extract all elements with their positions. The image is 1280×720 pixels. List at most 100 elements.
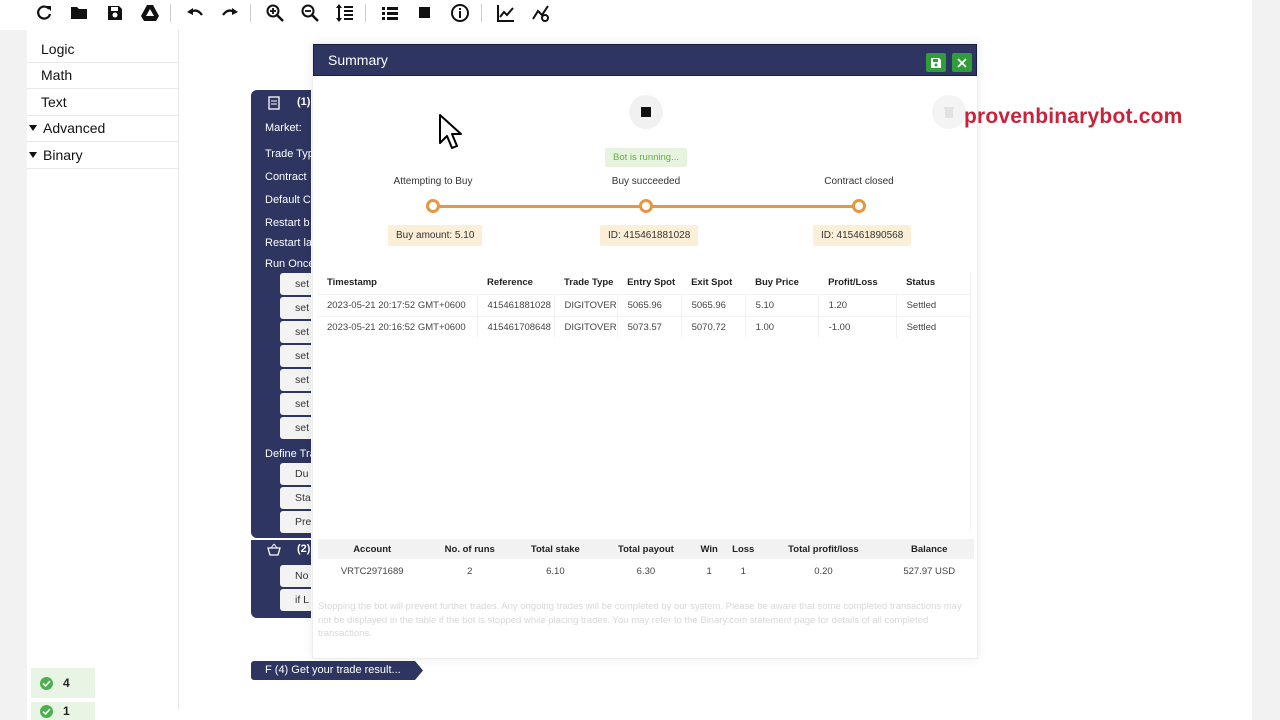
column-header[interactable]: Reference: [477, 272, 554, 294]
get-trade-result-block[interactable]: F (4) Get your trade result...: [251, 661, 423, 680]
zoom-out-icon[interactable]: [298, 2, 322, 24]
timestamp-cell: 2023-05-21 20:17:52 GMT+0600: [317, 293, 478, 316]
trade-type-cell: DIGITOVER: [554, 315, 618, 338]
category-label: Text: [41, 93, 67, 110]
stop-icon: [641, 107, 651, 117]
reference-cell: 415461708648: [477, 315, 555, 338]
total-profit-value: 0.20: [814, 565, 833, 577]
stats-header: Loss: [724, 539, 763, 559]
column-header[interactable]: Buy Price: [745, 272, 818, 294]
if-block[interactable]: if L: [280, 589, 311, 611]
prediction-block[interactable]: Pre: [280, 511, 311, 533]
toolbox-sidebar: Logic Math Text Advanced Binary: [27, 36, 178, 169]
status-cell: Settled: [896, 315, 971, 338]
stats-header: Balance: [884, 539, 974, 559]
indicator-icon[interactable]: [529, 2, 553, 24]
stats-header: Total profit/loss: [762, 539, 885, 559]
counter-value: 1: [63, 704, 70, 718]
block-default-label: Default C: [265, 194, 311, 206]
step-label: Buy succeeded: [611, 176, 681, 187]
disclaimer-text: Stopping the bot will prevent further tr…: [318, 601, 962, 639]
step-dot: [639, 199, 653, 213]
column-header[interactable]: Timestamp: [317, 272, 477, 294]
category-text[interactable]: Text: [27, 89, 178, 116]
buy-price-cell: 5.10: [745, 293, 819, 316]
profit-cell: -1.00: [818, 315, 897, 338]
stats-header-row: Account No. of runs Total stake Total pa…: [318, 539, 974, 559]
timestamp-cell: 2023-05-21 20:16:52 GMT+0600: [317, 315, 478, 338]
list-icon[interactable]: [378, 2, 402, 24]
notify-block[interactable]: No: [280, 565, 311, 587]
stop-icon[interactable]: [413, 2, 437, 24]
close-icon: [957, 57, 967, 68]
column-header[interactable]: Entry Spot: [617, 272, 681, 294]
caret-down-icon: [29, 151, 37, 158]
account-value: VRTC2971689: [340, 565, 404, 577]
summary-stats-table: Account No. of runs Total stake Total pa…: [318, 539, 974, 583]
sort-icon[interactable]: [333, 2, 357, 24]
toolbar: [0, 0, 1280, 28]
trade-type-cell: DIGITOVER: [554, 293, 618, 316]
success-counter: 4: [31, 668, 95, 698]
category-label: Advanced: [43, 120, 106, 137]
set-block[interactable]: set: [280, 393, 311, 415]
check-icon: [40, 676, 53, 690]
category-logic[interactable]: Logic: [27, 36, 178, 63]
info-icon[interactable]: [448, 2, 472, 24]
category-advanced[interactable]: Advanced: [27, 116, 178, 142]
check-icon: [40, 704, 53, 718]
folder-icon[interactable]: [67, 2, 91, 24]
step-dot: [426, 199, 440, 213]
stake-block[interactable]: Sta: [280, 487, 311, 509]
set-block[interactable]: set: [280, 417, 311, 439]
buy-amount-tag: Buy amount: 5.10: [388, 225, 483, 246]
reference-cell: 415461881028: [477, 293, 555, 316]
save-icon: [931, 57, 941, 68]
close-button[interactable]: [952, 53, 972, 72]
success-counter: 1: [31, 702, 95, 720]
google-drive-icon[interactable]: [138, 2, 162, 24]
basket-icon: [267, 543, 281, 556]
block-define-label: Define Tra: [265, 448, 311, 460]
set-block[interactable]: set: [280, 297, 311, 319]
duration-block[interactable]: Du: [280, 463, 311, 485]
block-number: (1): [297, 96, 311, 108]
stats-header: Total payout: [597, 539, 695, 559]
block-restart-last-label: Restart la: [265, 237, 311, 249]
reload-icon[interactable]: [32, 2, 56, 24]
exit-spot-cell: 5065.96: [681, 293, 746, 316]
set-block[interactable]: set: [280, 273, 311, 295]
column-header[interactable]: Profit/Loss: [818, 272, 896, 294]
table-row[interactable]: 2023-05-21 20:16:52 GMT+0600 41546170864…: [317, 315, 971, 338]
category-math[interactable]: Math: [27, 63, 178, 89]
undo-icon[interactable]: [183, 2, 207, 24]
stop-bot-button[interactable]: [629, 95, 663, 129]
document-icon: [268, 96, 280, 110]
counter-value: 4: [63, 676, 70, 690]
clear-stats-button[interactable]: [932, 95, 966, 129]
trades-table: Timestamp Reference Trade Type Entry Spo…: [317, 272, 971, 338]
loss-value: 1: [740, 565, 746, 577]
balance-value: 527.97 USD: [903, 565, 956, 577]
zoom-in-icon[interactable]: [263, 2, 287, 24]
save-summary-button[interactable]: [926, 53, 946, 72]
bot-status-badge: Bot is running...: [605, 148, 687, 167]
step-label: Attempting to Buy: [393, 176, 473, 187]
stats-row: VRTC2971689 2 6.10 6.30 1 1 0.20 527.97 …: [318, 559, 974, 583]
table-row[interactable]: 2023-05-21 20:17:52 GMT+0600 41546188102…: [317, 293, 971, 316]
profit-cell: 1.20: [818, 293, 897, 316]
category-label: Binary: [43, 146, 83, 163]
set-block[interactable]: set: [280, 321, 311, 343]
redo-icon[interactable]: [218, 2, 242, 24]
chart-icon[interactable]: [494, 2, 518, 24]
column-header[interactable]: Trade Type: [554, 272, 617, 294]
category-binary[interactable]: Binary: [27, 142, 178, 169]
column-header[interactable]: Exit Spot: [681, 272, 745, 294]
dialog-header[interactable]: Summary: [313, 44, 977, 76]
column-header[interactable]: Status: [896, 272, 971, 294]
left-gutter: [0, 30, 27, 720]
save-icon[interactable]: [103, 2, 127, 24]
set-block[interactable]: set: [280, 345, 311, 367]
entry-spot-cell: 5073.57: [617, 315, 682, 338]
set-block[interactable]: set: [280, 369, 311, 391]
